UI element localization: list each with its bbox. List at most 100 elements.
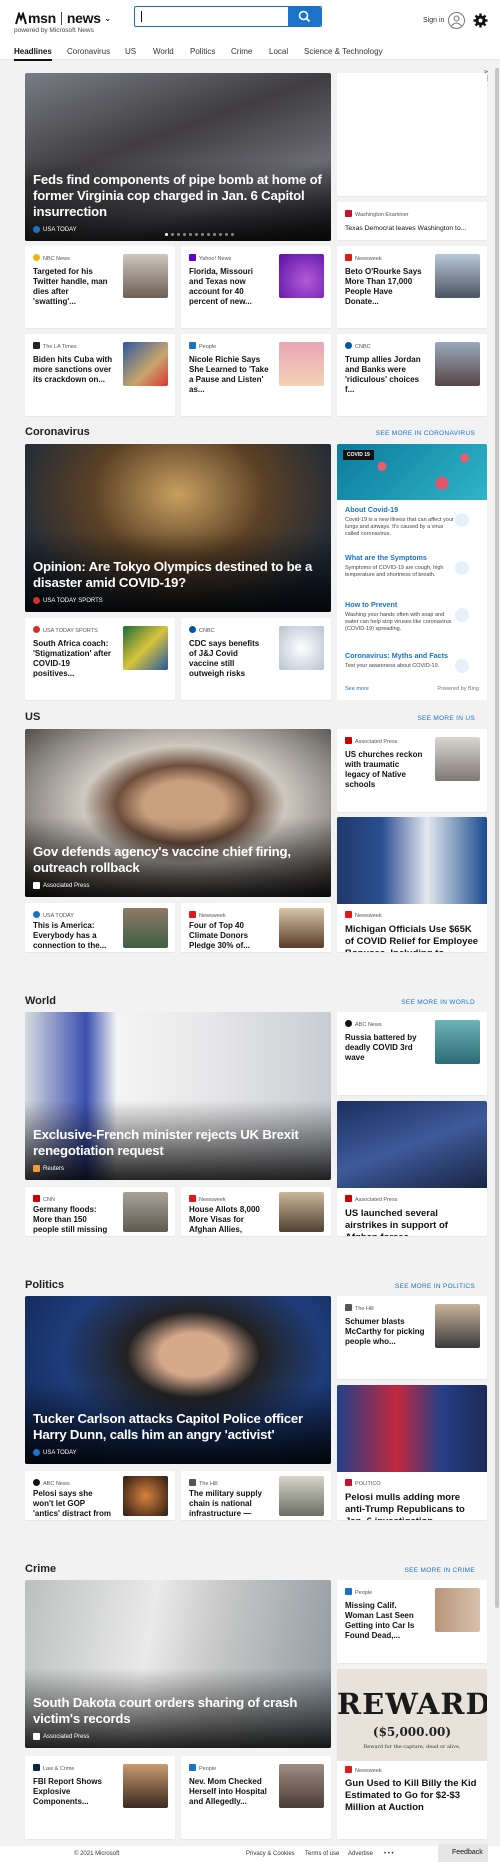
search-icon bbox=[298, 10, 311, 23]
news-card[interactable]: The Hill The military supply chain is nat… bbox=[181, 1471, 331, 1520]
card-thumbnail bbox=[279, 1764, 324, 1808]
card-thumbnail bbox=[435, 1588, 480, 1632]
tab-headlines[interactable]: Headlines bbox=[14, 47, 52, 61]
news-card[interactable]: ABC News Russia battered by deadly COVID … bbox=[337, 1012, 487, 1095]
covid-item-myths[interactable]: Coronavirus: Myths and Facts Test your aw… bbox=[345, 651, 469, 673]
news-card[interactable]: Yahoo! News Florida, Missouri and Texas n… bbox=[181, 246, 331, 328]
news-card[interactable]: Associated Press US churches reckon with … bbox=[337, 729, 487, 812]
news-card[interactable]: NBC News Targeted for his Twitter handle,… bbox=[25, 246, 175, 328]
news-card[interactable]: Newsweek House Allots 8,000 More Visas fo… bbox=[181, 1187, 331, 1236]
card-thumbnail bbox=[435, 1304, 480, 1348]
tab-politics[interactable]: Politics bbox=[190, 47, 215, 56]
gear-icon[interactable] bbox=[472, 12, 489, 29]
avatar[interactable] bbox=[448, 12, 465, 29]
symptoms-icon bbox=[455, 561, 469, 575]
news-card[interactable]: Law & Crime FBI Report Shows Explosive Co… bbox=[25, 1756, 175, 1839]
card-source: Washington Examiner bbox=[345, 210, 409, 218]
reward-poster-image: REWARD ($5,000.00) Reward for the captur… bbox=[337, 1669, 487, 1761]
card-source: Washington Examiner bbox=[355, 212, 409, 218]
sign-in-link[interactable]: Sign in bbox=[423, 17, 444, 24]
more-options-icon[interactable]: • • • bbox=[384, 1851, 394, 1857]
covid-item-prevent[interactable]: How to Prevent Washing your hands often w… bbox=[345, 600, 469, 633]
section-heading-politics: Politics bbox=[25, 1279, 65, 1291]
news-card[interactable]: CNBC Trump allies Jordan and Banks were '… bbox=[337, 334, 487, 416]
hand-wash-icon bbox=[455, 608, 469, 622]
see-more-crime[interactable]: SEE MORE IN CRIME bbox=[325, 1567, 475, 1574]
search-button[interactable] bbox=[288, 7, 321, 26]
news-card[interactable]: ABC News Pelosi says she won't let GOP 'a… bbox=[25, 1471, 175, 1520]
news-card[interactable]: CNN Germany floods: More than 150 people … bbox=[25, 1187, 175, 1236]
tab-us[interactable]: US bbox=[125, 47, 136, 56]
hero-story-coronavirus[interactable]: Opinion: Are Tokyo Olympics destined to … bbox=[25, 444, 331, 612]
card-title: Pelosi mulls adding more anti-Trump Repu… bbox=[345, 1492, 465, 1520]
news-card-large[interactable]: Newsweek Michigan Officials Use $65K of C… bbox=[337, 817, 487, 952]
covid-item-symptoms[interactable]: What are the Symptoms Symptoms of COVID-1… bbox=[345, 553, 469, 579]
news-card-large[interactable]: REWARD ($5,000.00) Reward for the captur… bbox=[337, 1669, 487, 1839]
tab-local[interactable]: Local bbox=[269, 47, 288, 56]
hero-story-politics[interactable]: Tucker Carlson attacks Capitol Police of… bbox=[25, 1296, 331, 1464]
news-card[interactable]: USA TODAY This is America: Everybody has … bbox=[25, 903, 175, 952]
terms-link[interactable]: Terms of use bbox=[305, 1851, 339, 1857]
tab-crime[interactable]: Crime bbox=[231, 47, 252, 56]
card-thumbnail bbox=[337, 1385, 487, 1472]
card-title: Trump allies Jordan and Banks were 'ridi… bbox=[345, 355, 421, 394]
card-title: Florida, Missouri and Texas now account … bbox=[189, 267, 254, 306]
see-more-world[interactable]: SEE MORE IN WORLD bbox=[325, 999, 475, 1006]
card-source: USA TODAY bbox=[33, 911, 74, 919]
chevron-down-icon[interactable]: ⌄ bbox=[104, 14, 111, 23]
tab-world[interactable]: World bbox=[153, 47, 174, 56]
ad-slot[interactable] bbox=[337, 73, 487, 196]
hero-source: Reuters bbox=[33, 1165, 64, 1172]
site-header: msn news ⌄ powered by Microsoft News Sign… bbox=[0, 0, 500, 61]
tab-coronavirus[interactable]: Coronavirus bbox=[67, 47, 110, 56]
covid-item-about[interactable]: About Covid-19 Covid-19 is a new illness … bbox=[345, 505, 469, 538]
brand-msn: msn bbox=[28, 10, 56, 26]
card-source: Newsweek bbox=[189, 1195, 226, 1203]
card-source: USA TODAY SPORTS bbox=[33, 626, 98, 634]
scrollbar[interactable] bbox=[495, 68, 499, 1608]
card-source: CNN bbox=[33, 1195, 55, 1203]
card-source: Newsweek bbox=[345, 911, 382, 919]
card-thumbnail bbox=[279, 1192, 324, 1232]
hero-story-top[interactable]: Feds find components of pipe bomb at hom… bbox=[25, 73, 331, 241]
hero-story-crime[interactable]: South Dakota court orders sharing of cra… bbox=[25, 1580, 331, 1748]
news-card-large[interactable]: POLITICO Pelosi mulls adding more anti-Tr… bbox=[337, 1385, 487, 1520]
ad-card[interactable]: Washington Examiner Texas Democrat leave… bbox=[337, 202, 487, 240]
news-card[interactable]: The Hill Schumer blasts McCarthy for pick… bbox=[337, 1296, 487, 1379]
news-card[interactable]: CNBC CDC says benefits of J&J Covid vacci… bbox=[181, 618, 331, 700]
see-more-coronavirus[interactable]: SEE MORE IN CORONAVIRUS bbox=[325, 430, 475, 437]
card-source: Associated Press bbox=[345, 1195, 398, 1203]
tab-science-technology[interactable]: Science & Technology bbox=[304, 47, 383, 56]
hero-title: Exclusive-French minister rejects UK Bre… bbox=[33, 1127, 299, 1158]
hero-title: Feds find components of pipe bomb at hom… bbox=[33, 172, 322, 219]
card-source: ABC News bbox=[33, 1479, 70, 1487]
hero-story-us[interactable]: Gov defends agency's vaccine chief firin… bbox=[25, 729, 331, 897]
news-card[interactable]: People Nev. Mom Checked Herself into Hosp… bbox=[181, 1756, 331, 1839]
feedback-button[interactable]: Feedback bbox=[438, 1844, 488, 1862]
card-title: Schumer blasts McCarthy for picking peop… bbox=[345, 1317, 425, 1346]
covid-see-more[interactable]: See more bbox=[345, 686, 369, 692]
covid-tag: COVID 19 bbox=[343, 450, 374, 460]
carousel-dots[interactable] bbox=[165, 233, 234, 236]
advertise-link[interactable]: Advertise bbox=[348, 1851, 373, 1857]
news-card[interactable]: People Missing Calif. Woman Last Seen Get… bbox=[337, 1580, 487, 1663]
card-title: South Africa coach: 'Stigmatization' aft… bbox=[33, 639, 112, 678]
news-card[interactable]: People Nicole Richie Says She Learned to … bbox=[181, 334, 331, 416]
hero-title: South Dakota court orders sharing of cra… bbox=[33, 1695, 298, 1726]
brand-news: news bbox=[66, 10, 101, 26]
reward-poster-amount: ($5,000.00) bbox=[372, 1725, 452, 1739]
news-card[interactable]: Newsweek Beto O'Rourke Says More Than 17,… bbox=[337, 246, 487, 328]
news-card[interactable]: USA TODAY SPORTS South Africa coach: 'Sti… bbox=[25, 618, 175, 700]
privacy-link[interactable]: Privacy & Cookies bbox=[246, 1851, 295, 1857]
card-source: Yahoo! News bbox=[189, 254, 231, 262]
news-card[interactable]: Newsweek Four of Top 40 Climate Donors Pl… bbox=[181, 903, 331, 952]
see-more-us[interactable]: SEE MORE IN US bbox=[325, 715, 475, 722]
see-more-politics[interactable]: SEE MORE IN POLITICS bbox=[325, 1283, 475, 1290]
card-source: People bbox=[189, 1764, 216, 1772]
news-card[interactable]: The LA Times Biden hits Cuba with more sa… bbox=[25, 334, 175, 416]
quiz-icon bbox=[455, 659, 469, 673]
news-card-large[interactable]: Associated Press US launched several airs… bbox=[337, 1101, 487, 1236]
hero-story-world[interactable]: Exclusive-French minister rejects UK Bre… bbox=[25, 1012, 331, 1180]
section-heading-world: World bbox=[25, 995, 56, 1007]
msn-logo[interactable]: msn news ⌄ bbox=[14, 10, 111, 26]
